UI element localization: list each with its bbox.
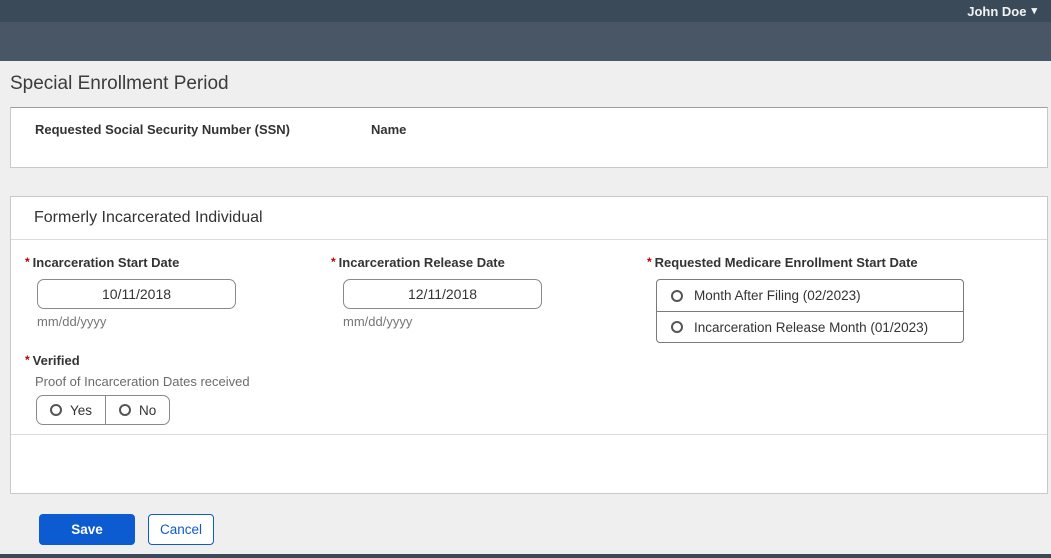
- user-menu[interactable]: John Doe ▾: [967, 0, 1037, 22]
- enrollment-option-label: Incarceration Release Month (01/2023): [694, 319, 929, 335]
- radio-button-icon[interactable]: [671, 321, 683, 333]
- required-asterisk: *: [331, 255, 336, 269]
- start-date-group: *Incarceration Start Date mm/dd/yyyy: [25, 254, 236, 329]
- top-navbar: John Doe ▾: [0, 0, 1051, 22]
- radio-button-icon[interactable]: [671, 289, 683, 302]
- verified-segmented-control: Yes No: [36, 395, 171, 425]
- release-date-group: *Incarceration Release Date mm/dd/yyyy: [331, 254, 542, 329]
- required-asterisk: *: [647, 255, 652, 269]
- enrollment-start-label: * Requested Medicare Enrollment Start Dat…: [647, 255, 918, 270]
- verified-sublabel: Proof of Incarceration Dates received: [35, 374, 250, 389]
- ssn-label: Requested Social Security Number (SSN): [35, 122, 291, 137]
- verified-group: * Verified Proof of Incarceration Dates r…: [25, 352, 250, 425]
- release-date-label: * Incarceration Release Date: [331, 255, 505, 270]
- enrollment-option-label: Month After Filing (02/2023): [694, 288, 861, 303]
- bottom-bar: [0, 554, 1051, 558]
- release-date-input[interactable]: [343, 279, 542, 309]
- name-label: Name: [371, 122, 407, 137]
- radio-button-icon[interactable]: [50, 404, 62, 416]
- start-date-input[interactable]: [37, 279, 236, 309]
- verified-no-label: No: [139, 402, 157, 418]
- verified-label: * Verified: [25, 353, 80, 368]
- divider: [11, 434, 1047, 435]
- start-date-hint: mm/dd/yyyy: [37, 314, 107, 329]
- cancel-button[interactable]: Cancel: [148, 514, 214, 545]
- verified-option-yes[interactable]: Yes: [37, 396, 105, 424]
- radio-button-icon[interactable]: [119, 404, 132, 416]
- verified-option-no[interactable]: No: [105, 396, 169, 424]
- release-date-hint: mm/dd/yyyy: [343, 314, 413, 329]
- divider: [11, 239, 1047, 240]
- enrollment-option-month-after-filing[interactable]: Month After Filing (02/2023): [657, 280, 963, 311]
- page-title: Special Enrollment Period: [10, 73, 229, 94]
- sub-navbar: [0, 22, 1051, 61]
- start-date-label: * Incarceration Start Date: [25, 255, 180, 270]
- user-menu-label: John Doe: [967, 3, 1027, 19]
- summary-card: Requested Social Security Number (SSN) N…: [10, 107, 1048, 168]
- required-asterisk: *: [25, 353, 30, 367]
- verified-yes-label: Yes: [70, 402, 93, 418]
- caret-down-icon: ▾: [1031, 5, 1037, 17]
- section-title: Formerly Incarcerated Individual: [34, 209, 263, 226]
- save-button[interactable]: Save: [39, 514, 135, 545]
- formerly-incarcerated-card: Formerly Incarcerated Individual * Incarc…: [10, 196, 1048, 494]
- required-asterisk: *: [25, 255, 30, 269]
- enrollment-option-list: Month After Filing (02/2023) Incarcerati…: [656, 279, 964, 343]
- enrollment-start-group: * Requested Medicare Enrollment Start Dat…: [647, 254, 964, 343]
- enrollment-option-release-month[interactable]: Incarceration Release Month (01/2023): [657, 311, 963, 342]
